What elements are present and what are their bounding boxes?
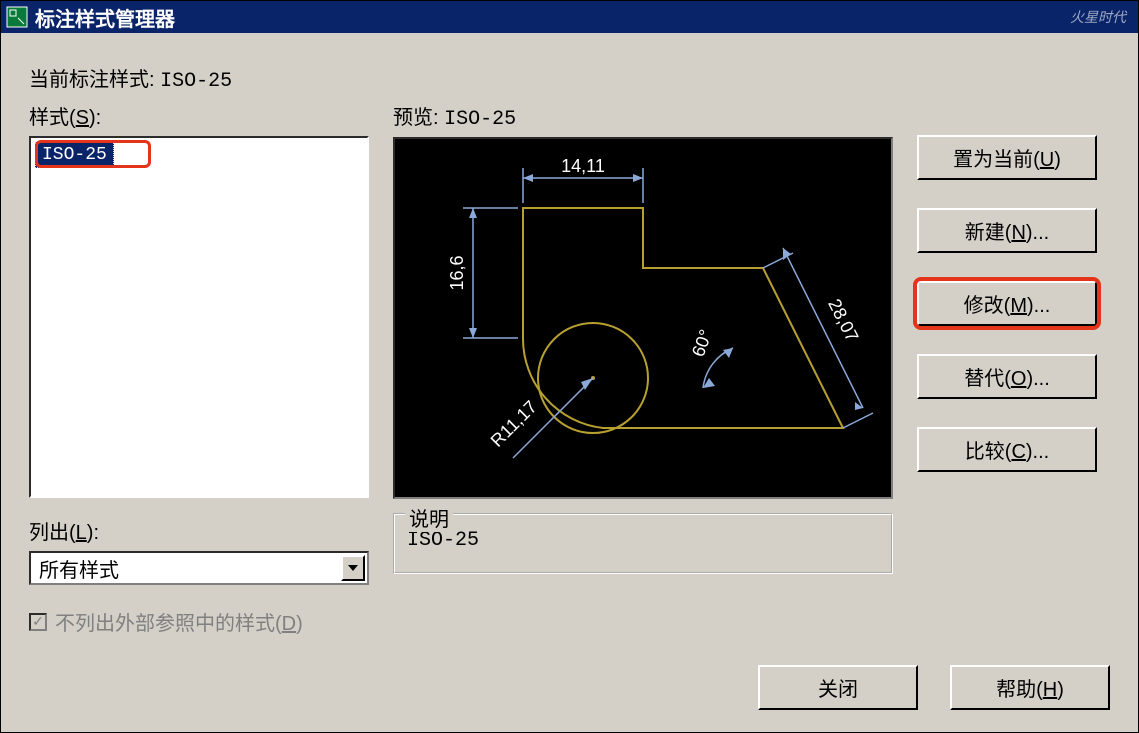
current-style-label: 当前标注样式: ISO-25 [29, 63, 1110, 93]
window-title: 标注样式管理器 [35, 3, 1070, 32]
dim-top: 14,11 [561, 156, 605, 176]
description-group: 说明 ISO-25 [393, 513, 893, 574]
modify-button[interactable]: 修改(M)... [917, 281, 1097, 326]
list-filter-dropdown[interactable]: 所有样式 [29, 551, 369, 585]
chevron-down-icon[interactable] [341, 555, 365, 581]
dim-radius: R11,17 [487, 397, 541, 451]
dim-diag: 28,07 [824, 296, 862, 345]
help-button[interactable]: 帮助(H) [950, 665, 1110, 710]
dropdown-value: 所有样式 [39, 554, 341, 583]
description-text: ISO-25 [407, 529, 879, 552]
preview-label: 预览: ISO-25 [393, 101, 893, 131]
current-style-prefix: 当前标注样式: [29, 69, 160, 91]
description-legend: 说明 [405, 503, 453, 532]
list-filter-label: 列出(L): [29, 516, 369, 545]
close-button[interactable]: 关闭 [758, 665, 918, 710]
watermark: 火星时代 [1070, 7, 1126, 27]
override-button[interactable]: 替代(O)... [917, 354, 1097, 399]
checkbox-label: 不列出外部参照中的样式(D) [55, 607, 303, 636]
dim-left: 16,6 [447, 255, 467, 290]
external-ref-checkbox: ✓ [29, 613, 47, 631]
styles-label: 样式(S): [29, 101, 369, 130]
compare-button[interactable]: 比较(C)... [917, 427, 1097, 472]
preview-pane: 14,11 16,6 R11,17 [393, 137, 893, 499]
list-item[interactable]: ISO-25 [35, 142, 114, 168]
current-style-value: ISO-25 [160, 70, 232, 93]
titlebar: 标注样式管理器 火星时代 [1, 1, 1138, 33]
app-icon [5, 5, 29, 29]
set-current-button[interactable]: 置为当前(U) [917, 135, 1097, 180]
preview-prefix: 预览: [393, 107, 444, 129]
preview-value: ISO-25 [444, 108, 516, 131]
styles-listbox[interactable]: ISO-25 [29, 136, 369, 498]
new-button[interactable]: 新建(N)... [917, 208, 1097, 253]
dim-angle: 60° [688, 327, 716, 359]
checkbox-row: ✓ 不列出外部参照中的样式(D) [29, 607, 369, 636]
